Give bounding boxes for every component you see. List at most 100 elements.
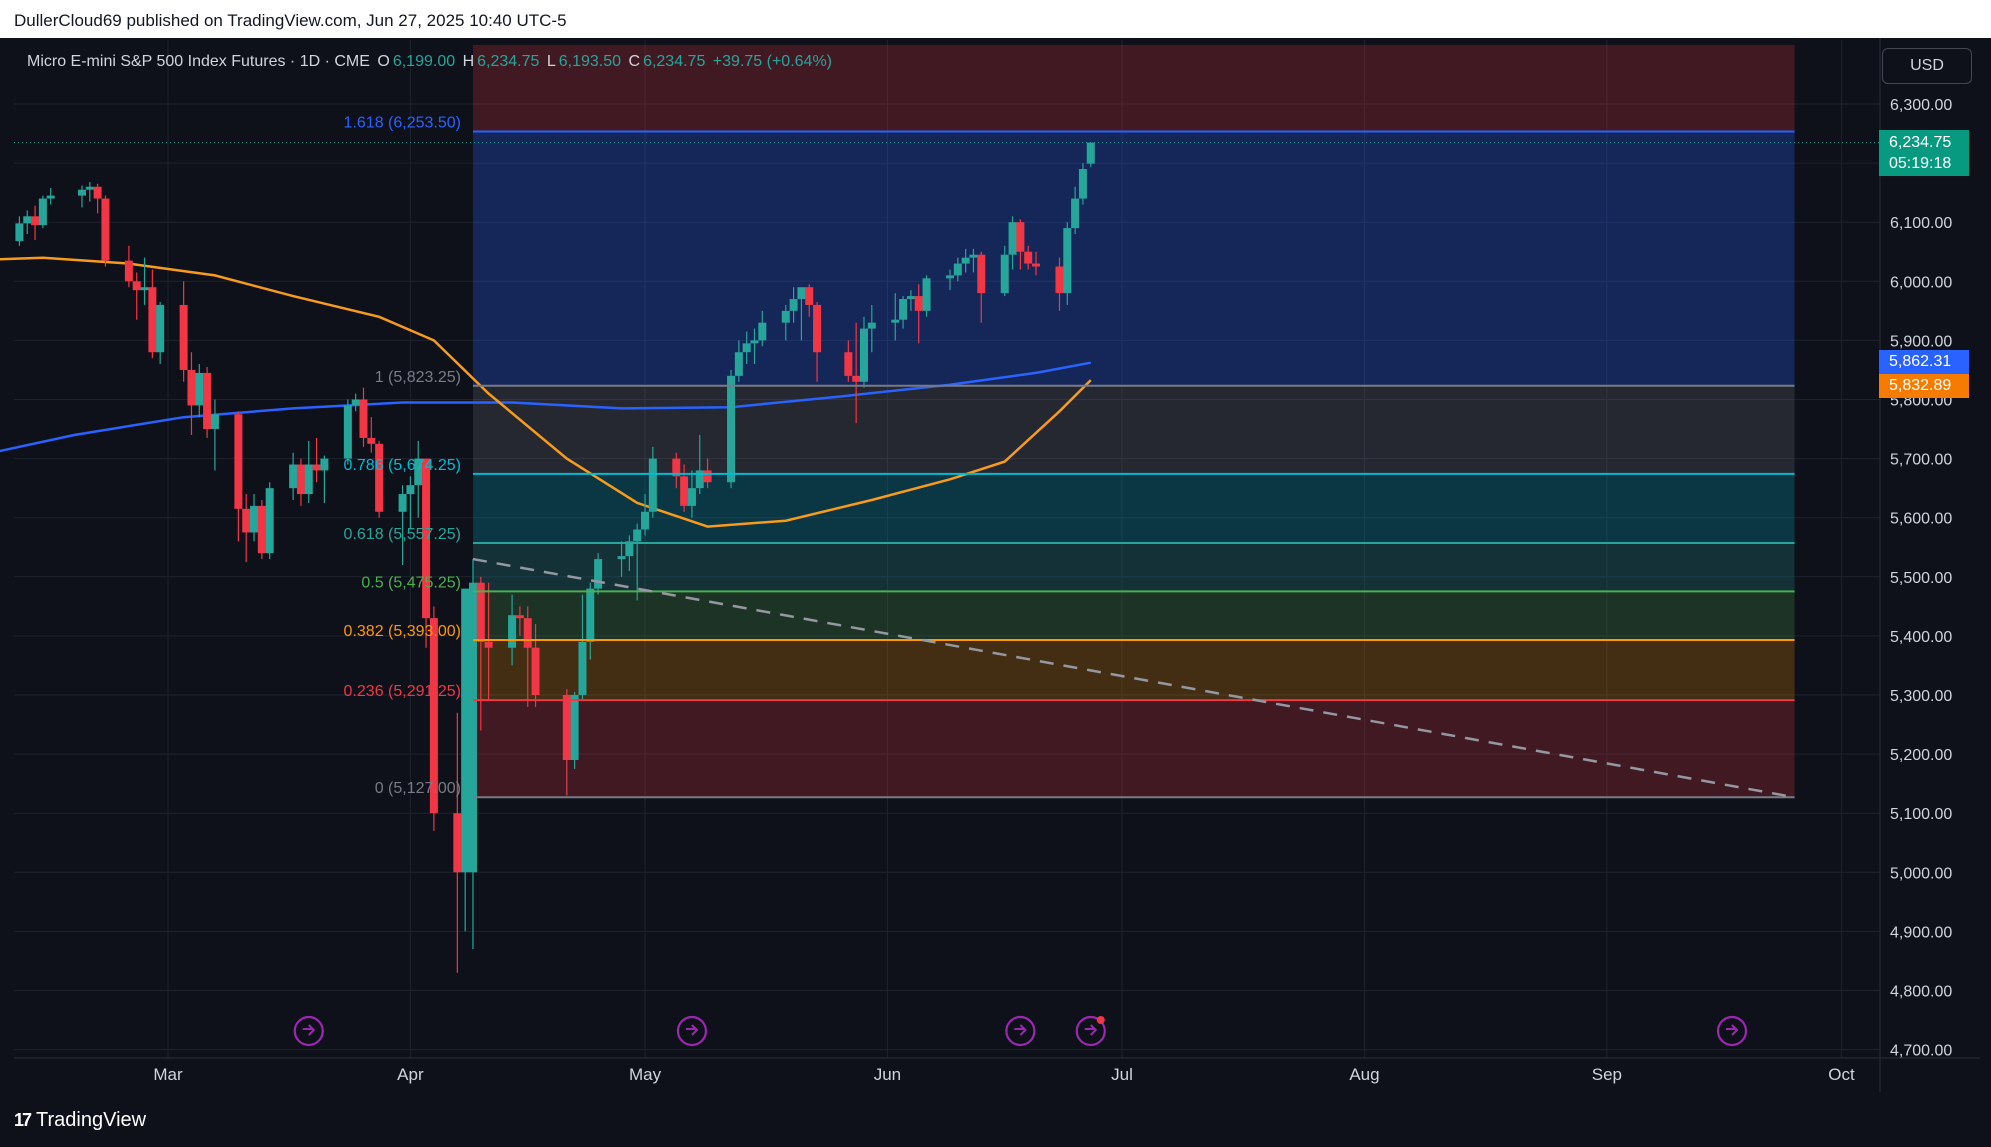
candle-body[interactable] bbox=[351, 399, 360, 406]
candle-body[interactable] bbox=[961, 257, 970, 264]
candle-body[interactable] bbox=[586, 588, 595, 642]
candle-body[interactable] bbox=[515, 615, 524, 619]
candle-body[interactable] bbox=[101, 198, 110, 261]
price-tick-label: 6,000.00 bbox=[1890, 274, 1952, 291]
candle-body[interactable] bbox=[508, 615, 517, 648]
candle-body[interactable] bbox=[914, 296, 923, 311]
candle-body[interactable] bbox=[680, 476, 689, 506]
time-tick-label: Jul bbox=[1111, 1065, 1133, 1084]
candle-body[interactable] bbox=[179, 304, 188, 370]
candle-body[interactable] bbox=[727, 375, 736, 483]
candle-body[interactable] bbox=[250, 505, 259, 533]
candle-body[interactable] bbox=[641, 511, 650, 530]
candle-body[interactable] bbox=[797, 287, 806, 300]
currency-button[interactable]: USD bbox=[1882, 48, 1972, 84]
candle-body[interactable] bbox=[15, 223, 24, 242]
candle-body[interactable] bbox=[1008, 222, 1017, 255]
candle-body[interactable] bbox=[594, 559, 603, 589]
candle-body[interactable] bbox=[922, 278, 931, 311]
candle-body[interactable] bbox=[289, 464, 298, 489]
candle-body[interactable] bbox=[1016, 222, 1025, 252]
candle-body[interactable] bbox=[906, 296, 915, 300]
candle-body[interactable] bbox=[38, 198, 47, 226]
candle-body[interactable] bbox=[789, 299, 798, 311]
candle-body[interactable] bbox=[312, 464, 321, 471]
candle-body[interactable] bbox=[523, 618, 532, 648]
candle-body[interactable] bbox=[85, 186, 94, 190]
candle-body[interactable] bbox=[742, 343, 751, 353]
candle-body[interactable] bbox=[648, 458, 657, 512]
candle-body[interactable] bbox=[31, 216, 40, 226]
candle-body[interactable] bbox=[953, 263, 962, 276]
time-tick-label: Apr bbox=[397, 1065, 424, 1084]
candle-body[interactable] bbox=[703, 470, 712, 483]
candle-body[interactable] bbox=[633, 529, 642, 542]
candle-body[interactable] bbox=[805, 287, 814, 305]
high-value: 6,234.75 bbox=[477, 53, 540, 70]
candle-body[interactable] bbox=[891, 319, 900, 323]
candle-body[interactable] bbox=[844, 352, 853, 376]
candle-body[interactable] bbox=[187, 369, 196, 406]
candle-body[interactable] bbox=[343, 405, 352, 459]
candle-body[interactable] bbox=[461, 588, 470, 873]
candle-body[interactable] bbox=[406, 485, 415, 495]
candle-body[interactable] bbox=[359, 399, 368, 438]
candle-body[interactable] bbox=[210, 414, 219, 430]
candle-body[interactable] bbox=[375, 443, 384, 512]
candle-body[interactable] bbox=[140, 287, 149, 291]
candle-body[interactable] bbox=[234, 414, 243, 509]
candle-body[interactable] bbox=[813, 304, 822, 353]
candle-body[interactable] bbox=[1071, 198, 1080, 229]
candle-body[interactable] bbox=[734, 352, 743, 376]
candle-body[interactable] bbox=[969, 254, 978, 258]
candle-body[interactable] bbox=[46, 195, 55, 199]
candle-body[interactable] bbox=[867, 322, 876, 329]
candle-body[interactable] bbox=[750, 340, 759, 344]
candle-body[interactable] bbox=[1024, 251, 1033, 264]
candle-body[interactable] bbox=[265, 488, 274, 554]
candle-body[interactable] bbox=[242, 508, 251, 533]
candle-body[interactable] bbox=[77, 189, 86, 196]
candle-body[interactable] bbox=[946, 275, 954, 279]
candle-body[interactable] bbox=[1055, 266, 1064, 294]
candle-body[interactable] bbox=[398, 494, 407, 512]
candle-body[interactable] bbox=[320, 458, 329, 471]
candle-body[interactable] bbox=[93, 186, 102, 199]
candle-body[interactable] bbox=[296, 464, 305, 495]
candle-body[interactable] bbox=[195, 372, 204, 406]
candle-body[interactable] bbox=[1063, 228, 1072, 294]
candle-body[interactable] bbox=[1086, 142, 1095, 164]
candle-body[interactable] bbox=[781, 310, 790, 323]
candle-body[interactable] bbox=[23, 216, 32, 224]
candle-body[interactable] bbox=[484, 641, 493, 648]
candle-body[interactable] bbox=[531, 647, 540, 695]
candle-body[interactable] bbox=[468, 582, 477, 873]
candle-body[interactable] bbox=[687, 488, 696, 506]
candle-body[interactable] bbox=[1032, 263, 1041, 267]
candle-body[interactable] bbox=[899, 299, 908, 320]
price-chart[interactable]: 1.618 (6,253.50) 1 (5,823.25) 0.786 (5,674… bbox=[0, 38, 1991, 1102]
candle-body[interactable] bbox=[852, 375, 861, 382]
candle-body[interactable] bbox=[367, 437, 376, 444]
candle-body[interactable] bbox=[617, 556, 626, 560]
ma-blue-value: 5,862.31 bbox=[1889, 353, 1952, 370]
candle-body[interactable] bbox=[562, 695, 571, 761]
symbol-name[interactable]: Micro E-mini S&P 500 Index Futures · 1D … bbox=[27, 53, 370, 70]
candle-body[interactable] bbox=[453, 813, 462, 873]
price-tick-label: 5,600.00 bbox=[1890, 511, 1952, 528]
candle-body[interactable] bbox=[156, 304, 165, 353]
candle-body[interactable] bbox=[578, 641, 587, 695]
candle-body[interactable] bbox=[1078, 169, 1087, 199]
tradingview-logo[interactable]: 17 TradingView bbox=[14, 1109, 146, 1132]
candle-body[interactable] bbox=[148, 287, 157, 353]
candle-body[interactable] bbox=[570, 695, 579, 761]
candle-body[interactable] bbox=[124, 260, 133, 282]
candle-body[interactable] bbox=[977, 254, 986, 294]
candle-body[interactable] bbox=[203, 372, 212, 430]
candle-body[interactable] bbox=[859, 328, 868, 382]
candle-body[interactable] bbox=[257, 505, 266, 554]
candle-body[interactable] bbox=[304, 464, 313, 495]
candle-body[interactable] bbox=[1000, 254, 1009, 294]
candle-body[interactable] bbox=[132, 281, 141, 291]
candle-body[interactable] bbox=[758, 322, 767, 341]
